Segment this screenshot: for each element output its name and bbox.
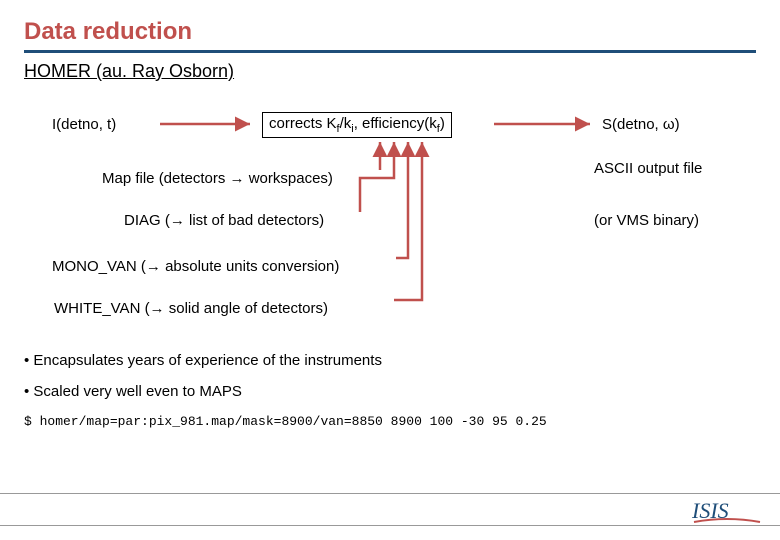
- flow-diagram: I(detno, t) corrects Kf/ki, efficiency(k…: [24, 106, 756, 346]
- step-white: WHITE_VAN (→ solid angle of detectors): [54, 300, 328, 317]
- step-mono: MONO_VAN (→ absolute units conversion): [52, 258, 339, 275]
- output-node: S(detno, ω): [602, 116, 680, 133]
- slide-title: Data reduction: [24, 18, 756, 46]
- bullet-list: • Encapsulates years of experience of th…: [24, 352, 756, 429]
- step-map: Map file (detectors → workspaces): [102, 170, 333, 187]
- corrects-box: corrects Kf/ki, efficiency(kf): [262, 112, 452, 138]
- title-underline: [24, 50, 756, 53]
- bullet-1: • Encapsulates years of experience of th…: [24, 352, 756, 369]
- command-line: $ homer/map=par:pix_981.map/mask=8900/va…: [24, 414, 756, 429]
- footer-rule-bottom: [0, 525, 780, 526]
- slide-subtitle: HOMER (au. Ray Osborn): [24, 61, 756, 82]
- isis-logo: ISIS: [692, 496, 762, 524]
- footer-rule-top: [0, 493, 780, 494]
- ascii-note: ASCII output file: [594, 160, 724, 177]
- vms-note: (or VMS binary): [594, 212, 754, 229]
- step-diag: DIAG (→ list of bad detectors): [124, 212, 324, 229]
- input-node: I(detno, t): [52, 116, 116, 133]
- bullet-2: • Scaled very well even to MAPS: [24, 383, 756, 400]
